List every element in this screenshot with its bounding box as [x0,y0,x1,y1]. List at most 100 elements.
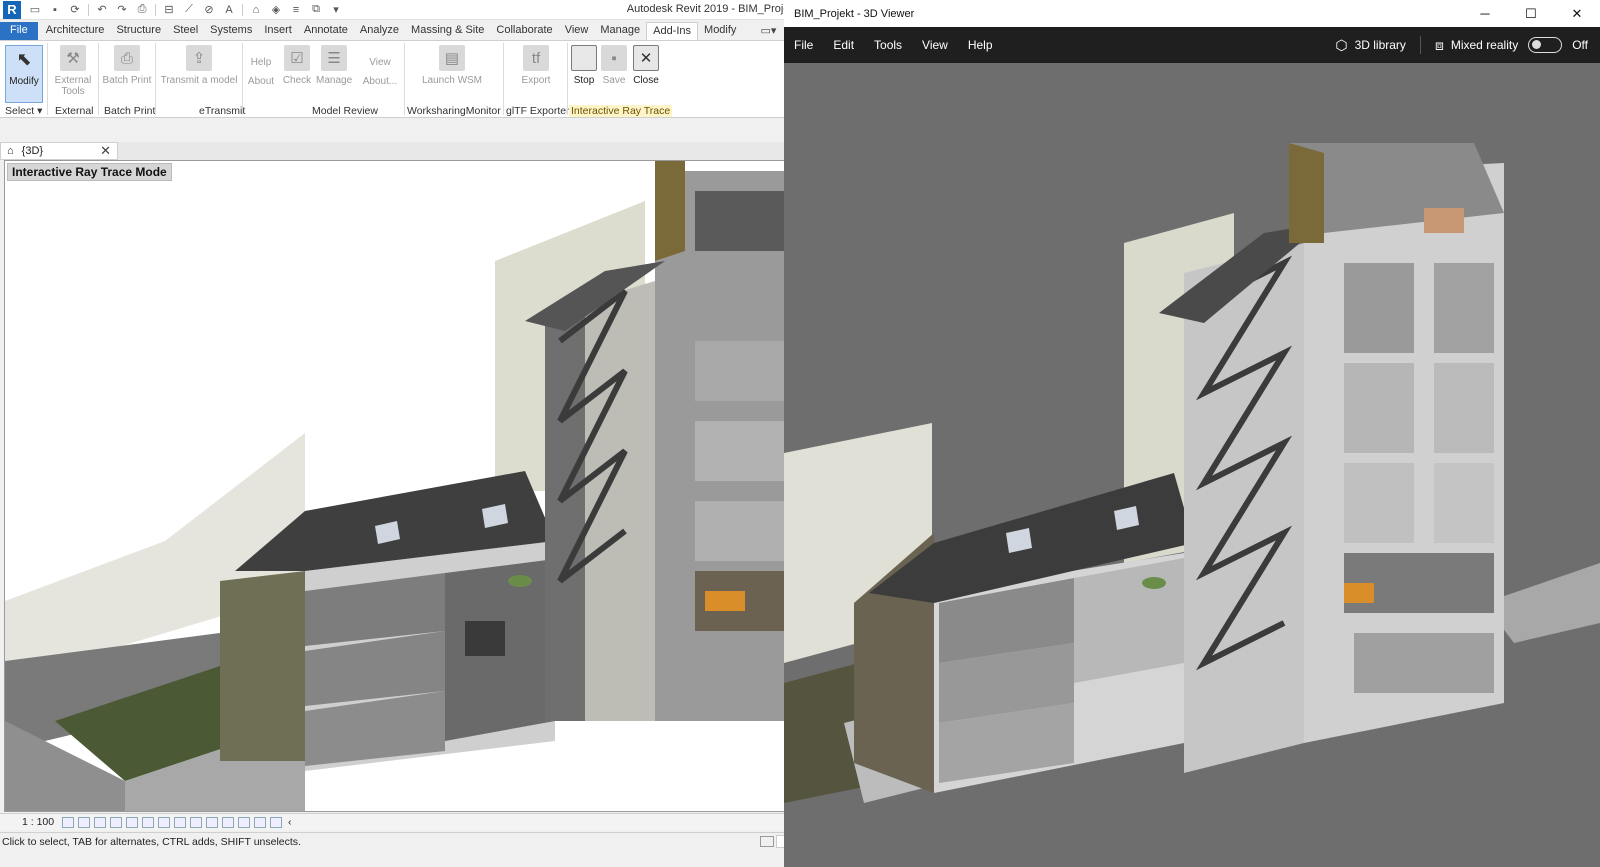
close-window-icon[interactable]: ✕ [1554,0,1600,27]
mixed-reality-toggle[interactable] [1528,37,1563,53]
detail-level-icon[interactable] [62,816,74,828]
toolbar-separator [242,3,243,16]
about-label: About [247,76,275,87]
panel-label-external: External [55,105,94,117]
tab-insert[interactable]: Insert [258,22,298,40]
ribbon-minimize-icon[interactable]: ▭▾ [754,22,778,40]
print-icon[interactable]: ⎙ [134,3,150,17]
about-label-2: About... [362,76,398,87]
printer-icon: ⎙ [114,45,140,71]
tab-systems[interactable]: Systems [204,22,258,40]
default-3d-icon[interactable]: ⌂ [248,3,264,17]
thin-lines-icon[interactable]: ≡ [288,3,304,17]
tab-structure[interactable]: Structure [110,22,167,40]
show-crop-icon[interactable] [158,816,170,828]
render-dialog-icon[interactable] [126,816,138,828]
library-button[interactable]: 3D library [1355,38,1406,52]
external-tools-button[interactable]: ⚒ External Tools [52,45,94,103]
view-about-button[interactable]: View About... [360,45,400,103]
viewer-3d-canvas[interactable] [784,63,1600,867]
lock-view-icon[interactable] [174,816,186,828]
ribbon-tabs: File Architecture Structure Steel System… [0,22,800,40]
sync-icon[interactable]: ⟳ [67,3,83,17]
menu-tools[interactable]: Tools [874,38,902,52]
panel-separator [242,43,243,115]
sun-path-icon[interactable] [94,816,106,828]
toolbar-separator [88,3,89,16]
tag-icon[interactable]: ⊘ [201,3,217,17]
tab-analyze[interactable]: Analyze [354,22,405,40]
view-tab-3d[interactable]: ⌂ {3D} ✕ [0,142,118,160]
modify-button[interactable]: ⬉ Modify [5,45,43,103]
tab-annotate[interactable]: Annotate [298,22,354,40]
cube-icon[interactable]: ⬡ [1335,37,1347,54]
workset-icon[interactable] [760,836,774,847]
panel-label-etransmit: eTransmit [199,105,246,117]
switch-windows-icon[interactable]: ⧉ [308,3,324,17]
save-render-button[interactable]: ▪ Save [601,45,627,103]
worksharing-display-icon[interactable] [270,816,282,828]
panel-separator [567,43,568,115]
viewer-title: BIM_Projekt - 3D Viewer [794,7,915,20]
visual-style-icon[interactable] [78,816,90,828]
manage-button[interactable]: ☰ Manage [316,45,352,103]
transmit-model-button[interactable]: ⇪ Transmit a model [160,45,238,103]
dimension-icon[interactable]: ⟋ [181,3,197,17]
export-button[interactable]: tf Export [516,45,556,103]
crop-view-icon[interactable] [142,816,154,828]
analytical-model-icon[interactable] [222,816,234,828]
tab-add-ins[interactable]: Add-Ins [646,22,699,40]
panel-separator [98,43,99,115]
open-icon[interactable]: ▭ [27,3,43,17]
tab-manage[interactable]: Manage [594,22,646,40]
revit-window: R ▭ ▪ ⟳ ↶ ↷ ⎙ ⊟ ⟋ ⊘ A ⌂ ◈ ≡ ⧉ ▾ Autodesk… [0,0,800,867]
gltf-icon: tf [523,45,549,71]
check-button[interactable]: ☑ Check [282,45,312,103]
cursor-arrow-icon: ⬉ [16,48,32,69]
batch-print-button[interactable]: ⎙ Batch Print [102,45,152,103]
mixed-reality-icon[interactable]: ⧈ [1435,37,1444,54]
measure-icon[interactable]: ⊟ [161,3,177,17]
toggle-knob [1532,40,1542,49]
select-dropdown[interactable]: Select ▾ [5,105,42,117]
temporary-hide-icon[interactable] [190,816,202,828]
tab-architecture[interactable]: Architecture [40,22,111,40]
mixed-reality-label: Mixed reality [1450,38,1519,52]
text-icon[interactable]: A [221,3,237,17]
shadows-icon[interactable] [110,816,122,828]
manage-label: Manage [316,75,353,86]
stop-icon [571,45,597,71]
close-button[interactable]: ✕ Close [631,45,661,103]
section-icon[interactable]: ◈ [268,3,284,17]
menu-edit[interactable]: Edit [833,38,854,52]
revit-3d-canvas[interactable]: Interactive Ray Trace Mode [4,160,800,812]
tab-file[interactable]: File [0,22,38,40]
reveal-hidden-icon[interactable] [206,816,218,828]
tab-steel[interactable]: Steel [167,22,204,40]
tab-modify[interactable]: Modify [698,22,742,40]
tab-massing-site[interactable]: Massing & Site [405,22,490,40]
menu-view[interactable]: View [922,38,948,52]
menu-help[interactable]: Help [968,38,993,52]
menu-file[interactable]: File [794,38,813,52]
stop-button[interactable]: Stop [570,45,598,103]
undo-icon[interactable]: ↶ [94,3,110,17]
help-about-button[interactable]: Help About [246,45,276,103]
maximize-icon[interactable]: ☐ [1508,0,1554,27]
close-label: Close [633,75,659,86]
launch-wsm-button[interactable]: ▤ Launch WSM [420,45,484,103]
redo-icon[interactable]: ↷ [114,3,130,17]
modify-label: Modify [9,76,39,87]
tab-view[interactable]: View [559,22,595,40]
tab-collaborate[interactable]: Collaborate [490,22,558,40]
customize-dropdown-icon[interactable]: ▾ [328,3,344,17]
chevron-left-icon[interactable]: ‹ [288,816,292,828]
revit-logo-icon[interactable]: R [3,0,21,19]
view-scale[interactable]: 1 : 100 [0,816,60,828]
status-text: Click to select, TAB for alternates, CTR… [2,836,301,848]
close-view-icon[interactable]: ✕ [100,143,111,159]
constraints-icon[interactable] [254,816,266,828]
minimize-icon[interactable]: ─ [1462,0,1508,27]
highlight-displacement-icon[interactable] [238,816,250,828]
save-icon[interactable]: ▪ [47,3,63,17]
